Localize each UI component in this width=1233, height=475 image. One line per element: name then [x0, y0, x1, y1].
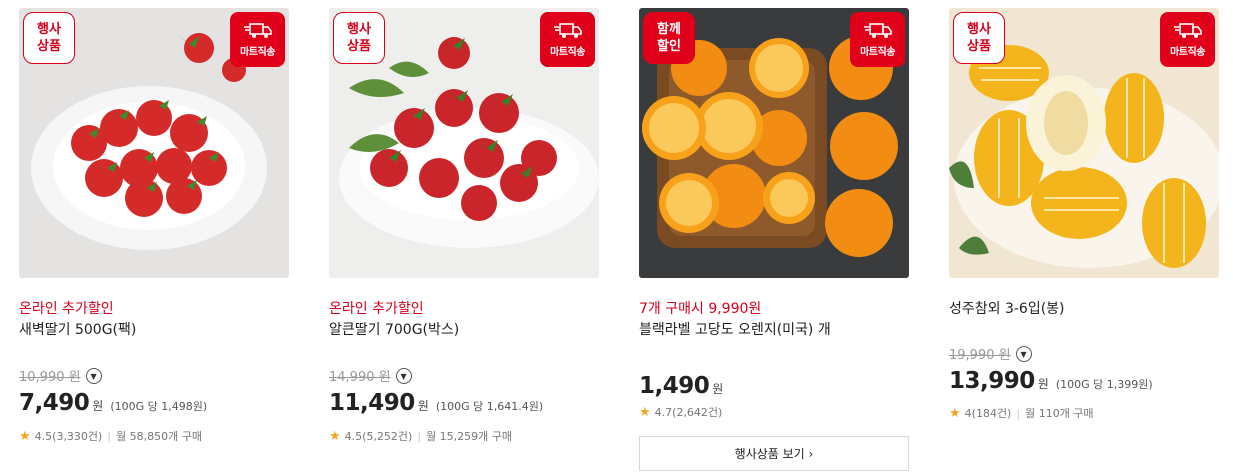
unit-price: (100G 당 1,498원) — [110, 400, 208, 413]
rating-text: 4(184건) — [964, 407, 1012, 420]
original-price-row: 14,990 원 ▼ — [329, 366, 412, 385]
promo-text: 온라인 추가할인 — [19, 301, 114, 317]
price-row: 1,490 원 — [639, 373, 730, 399]
product-name[interactable]: 성주참외 3-6입(봉) — [949, 298, 1065, 318]
rating-text: 4.5(3,330건) — [34, 430, 103, 443]
rating-row: ★ 4.7(2,642건) — [639, 404, 722, 420]
original-price-row: 10,990 원 ▼ — [19, 366, 102, 385]
product-image[interactable]: 행사 상품 마트직송 — [19, 8, 289, 278]
divider: | — [1016, 406, 1021, 420]
truck-icon — [863, 22, 892, 38]
product-image[interactable]: 행사 상품 마트직송 — [329, 8, 599, 278]
star-icon: ★ — [949, 405, 961, 421]
mart-delivery-badge: 마트직송 — [230, 12, 285, 67]
truck-icon — [553, 22, 582, 38]
truck-icon — [243, 22, 272, 38]
sale-price: 1,490 — [639, 373, 710, 399]
currency-label: 원 — [712, 382, 724, 396]
divider: | — [417, 429, 422, 443]
original-price: 14,990 원 — [329, 370, 391, 385]
unit-price: (100G 당 1,641.4원) — [435, 400, 544, 413]
badge-label: 마트직송 — [860, 46, 895, 58]
mart-delivery-badge: 마트직송 — [850, 12, 905, 67]
price-row: 13,990 원 (100G 당 1,399원) — [949, 368, 1153, 394]
badge-label: 마트직송 — [1170, 46, 1205, 58]
monthly-purchases: 월 15,259개 구매 — [426, 430, 513, 443]
product-card[interactable]: 행사 상품 마트직송 온라인 추가할인 새벽딸기 500G(팩) 10,990 … — [19, 8, 289, 444]
badge-label: 마트직송 — [240, 46, 275, 58]
product-image[interactable]: 행사 상품 마트직송 — [949, 8, 1219, 278]
view-event-products-button[interactable]: 행사상품 보기 › — [639, 436, 909, 471]
product-name[interactable]: 블랙라벨 고당도 오렌지(미국) 개 — [639, 319, 831, 339]
original-price-row: 19,990 원 ▼ — [949, 344, 1032, 363]
monthly-purchases: 월 58,850개 구매 — [116, 430, 203, 443]
chevron-down-icon[interactable]: ▼ — [85, 367, 102, 384]
mart-delivery-badge: 마트직송 — [1160, 12, 1215, 67]
star-icon: ★ — [639, 404, 651, 420]
sale-price: 13,990 — [949, 368, 1035, 394]
product-name[interactable]: 알큰딸기 700G(박스) — [329, 319, 459, 339]
product-name[interactable]: 새벽딸기 500G(팩) — [19, 319, 136, 339]
original-price: 19,990 원 — [949, 348, 1011, 363]
promo-text: 온라인 추가할인 — [329, 301, 424, 317]
truck-icon — [1173, 22, 1202, 38]
monthly-purchases: 월 110개 구매 — [1025, 407, 1094, 420]
chevron-down-icon[interactable]: ▼ — [395, 367, 412, 384]
rating-row: ★ 4(184건) | 월 110개 구매 — [949, 405, 1094, 421]
currency-label: 원 — [1037, 377, 1049, 391]
rating-text: 4.7(2,642건) — [654, 406, 723, 419]
bundle-discount-tag: 함께 할인 — [643, 12, 695, 64]
divider: | — [107, 429, 112, 443]
chevron-down-icon[interactable]: ▼ — [1015, 345, 1032, 362]
rating-text: 4.5(5,252건) — [344, 430, 413, 443]
promo-text: 7개 구매시 9,990원 — [639, 301, 762, 317]
mart-delivery-badge: 마트직송 — [540, 12, 595, 67]
product-card[interactable]: 행사 상품 마트직송 온라인 추가할인 알큰딸기 700G(박스) 14,990… — [329, 8, 599, 444]
currency-label: 원 — [92, 399, 104, 413]
star-icon: ★ — [19, 428, 31, 444]
event-product-tag: 행사 상품 — [333, 12, 385, 64]
event-product-tag: 행사 상품 — [23, 12, 75, 64]
badge-label: 마트직송 — [550, 46, 585, 58]
product-card[interactable]: 행사 상품 마트직송 성주참외 3-6입(봉) 19,990 원 ▼ 13,99… — [949, 8, 1219, 421]
product-grid: 행사 상품 마트직송 온라인 추가할인 새벽딸기 500G(팩) 10,990 … — [0, 0, 1233, 475]
price-row: 11,490 원 (100G 당 1,641.4원) — [329, 390, 543, 416]
product-card[interactable]: 함께 할인 마트직송 7개 구매시 9,990원 블랙라벨 고당도 오렌지(미국… — [639, 8, 909, 471]
unit-price: (100G 당 1,399원) — [1055, 378, 1153, 391]
currency-label: 원 — [417, 399, 429, 413]
price-row: 7,490 원 (100G 당 1,498원) — [19, 390, 207, 416]
product-image[interactable]: 함께 할인 마트직송 — [639, 8, 909, 278]
event-product-tag: 행사 상품 — [953, 12, 1005, 64]
rating-row: ★ 4.5(3,330건) | 월 58,850개 구매 — [19, 428, 202, 444]
original-price: 10,990 원 — [19, 370, 81, 385]
rating-row: ★ 4.5(5,252건) | 월 15,259개 구매 — [329, 428, 512, 444]
star-icon: ★ — [329, 428, 341, 444]
sale-price: 11,490 — [329, 390, 415, 416]
sale-price: 7,490 — [19, 390, 90, 416]
